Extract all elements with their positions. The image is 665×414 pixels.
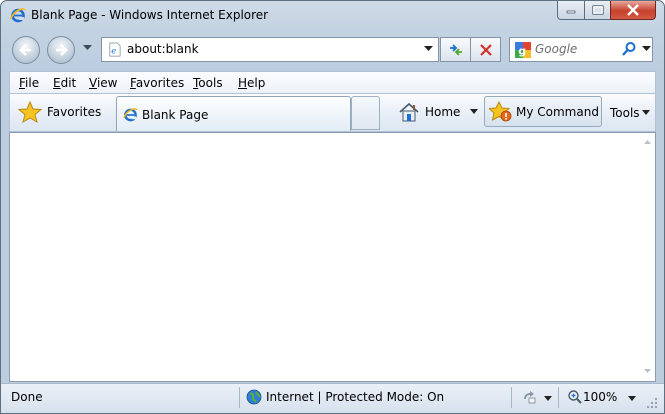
menu-bar: File Edit View Favorites Tools Help <box>9 71 656 94</box>
tab-blank-page[interactable]: Blank Page <box>116 96 351 131</box>
home-icon <box>399 102 419 122</box>
favorites-label: Favorites <box>47 105 102 119</box>
minimize-button[interactable] <box>557 1 585 20</box>
ie-logo-icon <box>123 108 138 122</box>
command-bar: Favorites Blank Page Home My Command Too… <box>9 94 656 132</box>
status-separator <box>511 387 512 408</box>
tools-label: Tools <box>610 106 640 120</box>
stop-icon <box>479 43 492 56</box>
my-command-label: My Command <box>516 105 599 119</box>
security-zone-text[interactable]: Internet | Protected Mode: On <box>266 390 444 404</box>
close-button[interactable] <box>610 1 656 20</box>
star-icon <box>18 101 42 123</box>
home-label: Home <box>425 105 461 119</box>
address-text[interactable]: about:blank <box>127 42 199 56</box>
menu-edit[interactable]: Edit <box>53 76 76 90</box>
status-separator <box>558 387 559 408</box>
search-box[interactable]: g <box>509 37 653 62</box>
tools-dropdown-icon <box>642 110 650 115</box>
forward-button[interactable] <box>47 36 75 64</box>
back-button[interactable] <box>12 36 40 64</box>
maximize-button[interactable] <box>584 1 611 20</box>
arrow-left-icon <box>19 44 31 56</box>
home-button[interactable]: Home <box>393 98 462 126</box>
menu-help[interactable]: Help <box>238 76 265 90</box>
svg-text:e: e <box>111 45 116 55</box>
address-bar[interactable]: e about:blank <box>101 37 439 62</box>
window-title: Blank Page - Windows Internet Explorer <box>31 8 269 22</box>
magnifier-icon <box>622 42 636 56</box>
maximize-icon <box>592 5 603 15</box>
search-options-dropdown-icon[interactable] <box>642 46 651 52</box>
tab-label: Blank Page <box>142 108 209 122</box>
google-icon: g <box>515 42 531 58</box>
tools-button[interactable]: Tools <box>607 98 655 126</box>
navigation-bar: e about:blank g <box>1 31 664 69</box>
custom-command-icon <box>489 101 512 122</box>
scroll-up-icon[interactable] <box>644 140 651 144</box>
arrow-right-icon <box>56 44 68 56</box>
menu-view[interactable]: View <box>89 76 117 90</box>
globe-icon <box>246 389 262 405</box>
page-icon: e <box>109 42 121 57</box>
title-bar[interactable]: Blank Page - Windows Internet Explorer <box>1 1 664 31</box>
status-separator <box>239 387 240 408</box>
address-dropdown-icon[interactable] <box>424 46 433 52</box>
vertical-scrollbar[interactable] <box>638 133 655 381</box>
close-icon <box>627 4 639 16</box>
browser-window: Blank Page - Windows Internet Explorer e… <box>0 0 665 414</box>
zoom-icon[interactable] <box>567 389 583 405</box>
status-bar: Done Internet | Protected Mode: On 100% <box>1 383 664 413</box>
stop-button[interactable] <box>470 37 501 62</box>
menu-favorites[interactable]: Favorites <box>130 76 184 90</box>
search-button[interactable] <box>620 40 638 58</box>
pop-up-dropdown-icon[interactable] <box>544 396 552 401</box>
new-tab-button[interactable] <box>351 96 380 130</box>
favorites-button[interactable]: Favorites <box>12 97 112 127</box>
svg-text:g: g <box>518 45 526 58</box>
refresh-button[interactable] <box>440 37 471 62</box>
scroll-down-icon[interactable] <box>644 369 651 373</box>
ie-logo-icon <box>10 8 26 23</box>
resize-grip-icon[interactable] <box>647 398 659 410</box>
menu-file[interactable]: File <box>19 76 39 90</box>
status-text: Done <box>11 390 43 404</box>
page-content[interactable] <box>9 132 656 382</box>
pop-up-blocker-icon[interactable] <box>521 389 537 405</box>
refresh-icon <box>449 43 462 56</box>
zoom-level[interactable]: 100% <box>583 390 617 404</box>
home-dropdown-icon[interactable] <box>470 109 478 114</box>
search-input[interactable] <box>535 39 619 59</box>
zoom-dropdown-icon[interactable] <box>628 396 636 401</box>
recent-pages-dropdown-icon[interactable] <box>83 45 92 51</box>
menu-tools[interactable]: Tools <box>193 76 223 90</box>
minimize-icon <box>566 10 576 14</box>
my-command-button[interactable]: My Command <box>484 96 602 127</box>
